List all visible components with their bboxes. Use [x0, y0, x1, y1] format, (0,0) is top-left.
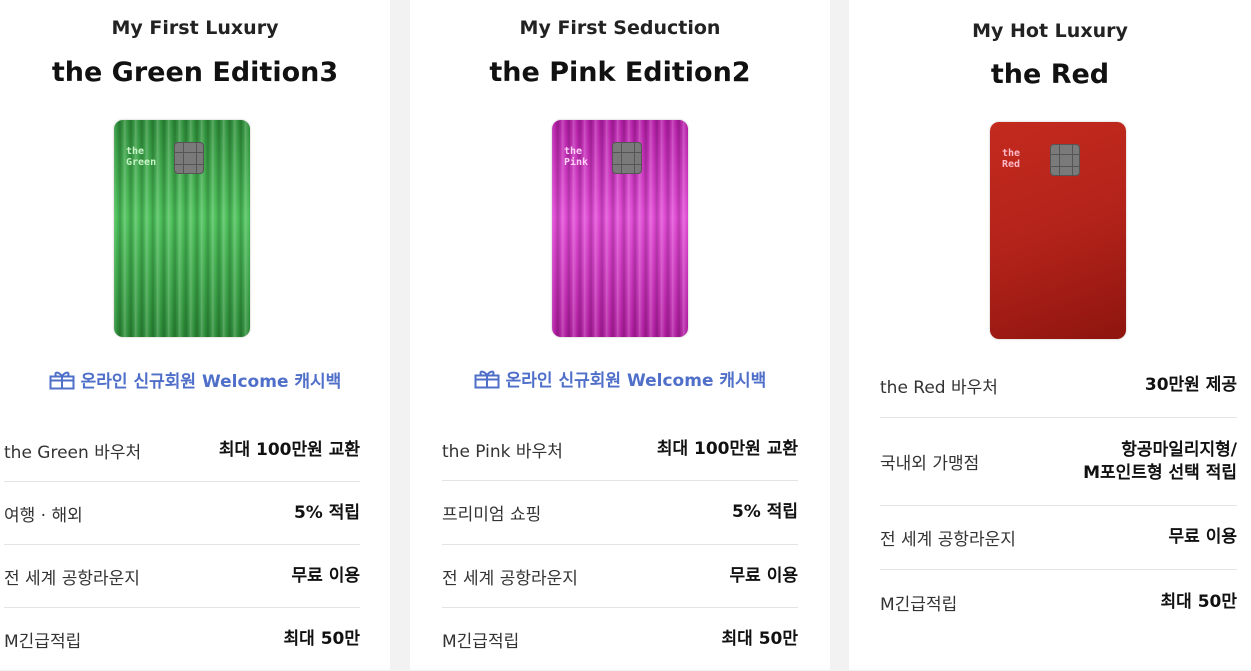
card-subtitle: My Hot Luxury [972, 20, 1128, 42]
benefit-value: 5% 적립 [731, 502, 798, 522]
chip-icon [1050, 144, 1080, 176]
benefit-row: the Pink 바우처 최대 100만원 교환 [442, 418, 798, 481]
benefit-list: the Red 바우처 30만원 제공 국내외 가맹점 항공마일리지형/ M포인… [880, 354, 1237, 634]
card-title[interactable]: the Pink Edition2 [410, 57, 830, 88]
benefit-value: 최대 50만 [1160, 591, 1238, 612]
promo-text: 온라인 신규회원 Welcome 캐시백 [80, 372, 342, 392]
promo-link[interactable]: 온라인 신규회원 Welcome 캐시백 [410, 366, 830, 391]
benefit-row: the Green 바우처 최대 100만원 교환 [4, 419, 360, 482]
benefit-label: the Green 바우처 [4, 442, 142, 463]
benefit-value: 최대 50만 [283, 629, 361, 649]
card-panel-green[interactable]: My First Luxury the Green Edition3 the G… [0, 0, 390, 670]
gift-icon [474, 370, 500, 388]
card-image-red[interactable]: the Red [990, 122, 1126, 339]
benefit-list: the Pink 바우처 최대 100만원 교환 프리미엄 쇼핑 5% 적립 전… [442, 418, 798, 671]
benefit-row: 프리미엄 쇼핑 5% 적립 [442, 481, 798, 545]
benefit-value: 최대 100만원 교환 [656, 438, 798, 459]
benefit-label: the Pink 바우처 [442, 441, 563, 462]
benefit-value: 30만원 제공 [1144, 375, 1237, 395]
benefit-value: 최대 50만 [721, 629, 799, 649]
promo-text: 온라인 신규회원 Welcome 캐시백 [505, 371, 767, 391]
benefit-row: 전 세계 공항라운지 무료 이용 [442, 545, 798, 608]
benefit-label: the Red 바우처 [880, 378, 998, 398]
chip-icon [174, 142, 204, 174]
card-title[interactable]: the Green Edition3 [0, 57, 390, 88]
gift-icon [49, 371, 75, 389]
benefit-row: 전 세계 공항라운지 무료 이용 [4, 545, 360, 608]
benefit-label: 전 세계 공항라운지 [4, 568, 140, 589]
benefit-label: 국내외 가맹점 [880, 454, 980, 474]
benefit-label: M긴급적립 [4, 632, 82, 652]
card-image-pink[interactable]: the Pink [552, 120, 688, 337]
benefit-value: 5% 적립 [293, 502, 360, 523]
benefit-label: 프리미엄 쇼핑 [442, 505, 542, 525]
card-title[interactable]: the Red [849, 59, 1251, 90]
benefit-label: M긴급적립 [880, 594, 958, 615]
card-subtitle: My First Seduction [519, 17, 721, 39]
card-panel-pink[interactable]: My First Seduction the Pink Edition2 the… [410, 0, 830, 670]
benefit-row: M긴급적립 최대 50만 [442, 608, 798, 671]
chip-icon [612, 142, 642, 174]
benefit-row: M긴급적립 최대 50만 [4, 608, 360, 671]
benefit-value: 무료 이용 [729, 565, 798, 586]
benefit-label: 여행 · 해외 [4, 505, 83, 526]
benefit-value: 무료 이용 [291, 565, 360, 586]
benefit-label: M긴급적립 [442, 632, 520, 652]
benefit-value: 무료 이용 [1168, 527, 1237, 547]
benefit-value: 최대 100만원 교환 [218, 439, 360, 460]
benefit-row: 전 세계 공항라운지 무료 이용 [880, 506, 1237, 570]
card-image-green[interactable]: the Green [114, 120, 250, 337]
card-print-text: the Red [1002, 148, 1021, 170]
benefit-row: the Red 바우처 30만원 제공 [880, 354, 1237, 418]
card-subtitle: My First Luxury [111, 17, 279, 39]
card-print-text: the Green [126, 146, 157, 168]
benefit-label: 전 세계 공항라운지 [442, 568, 578, 589]
promo-link[interactable]: 온라인 신규회원 Welcome 캐시백 [0, 367, 390, 392]
benefit-label: 전 세계 공항라운지 [880, 530, 1016, 550]
card-print-text: the Pink [564, 146, 589, 168]
card-panel-red[interactable]: My Hot Luxury the Red the Red the Red 바우… [849, 0, 1251, 670]
benefit-row: M긴급적립 최대 50만 [880, 570, 1237, 634]
benefit-value: 항공마일리지형/ M포인트형 선택 적립 [1083, 439, 1237, 483]
benefit-list: the Green 바우처 최대 100만원 교환 여행 · 해외 5% 적립 … [4, 419, 360, 671]
benefit-row: 국내외 가맹점 항공마일리지형/ M포인트형 선택 적립 [880, 418, 1237, 506]
benefit-row: 여행 · 해외 5% 적립 [4, 482, 360, 545]
